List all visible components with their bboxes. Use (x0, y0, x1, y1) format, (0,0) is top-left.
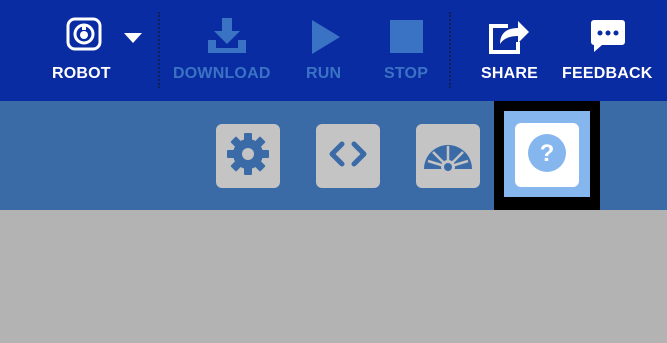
help-button[interactable]: ? (515, 123, 579, 187)
workspace-area (0, 210, 667, 343)
gauge-icon (422, 137, 474, 176)
question-glyph: ? (540, 140, 555, 167)
run-button[interactable]: RUN (302, 0, 350, 101)
stop-button[interactable]: STOP (380, 0, 434, 101)
stop-icon (390, 20, 423, 58)
feedback-label: FEEDBACK (562, 65, 653, 82)
play-icon (312, 20, 340, 59)
question-icon: ? (527, 133, 567, 178)
share-button[interactable]: SHARE (478, 0, 542, 101)
top-toolbar: ROBOT DOWNLOAD RUN STOP SHARE FEEDBACK (0, 0, 667, 101)
help-button-highlight: ? (494, 101, 600, 210)
code-icon (328, 139, 368, 174)
code-button[interactable] (316, 124, 380, 188)
chat-bubble-icon (590, 18, 626, 59)
dashboard-button[interactable] (416, 124, 480, 188)
gear-icon (226, 132, 270, 181)
run-label: RUN (306, 65, 342, 82)
robot-label: ROBOT (52, 65, 111, 82)
robot-button[interactable]: ROBOT (48, 0, 120, 101)
feedback-button[interactable]: FEEDBACK (560, 0, 656, 101)
robot-icon (65, 16, 103, 57)
download-button[interactable]: DOWNLOAD (172, 0, 284, 101)
share-label: SHARE (481, 65, 539, 82)
toolbar-divider (158, 12, 160, 88)
stop-label: STOP (384, 65, 429, 82)
caret-down-icon[interactable] (124, 30, 142, 48)
download-label: DOWNLOAD (173, 65, 271, 82)
share-icon (488, 16, 530, 59)
toolbar-divider (449, 12, 451, 88)
help-button-focus-ring: ? (504, 111, 590, 197)
settings-button[interactable] (216, 124, 280, 188)
secondary-toolbar: ? (0, 101, 667, 210)
download-icon (206, 16, 248, 59)
